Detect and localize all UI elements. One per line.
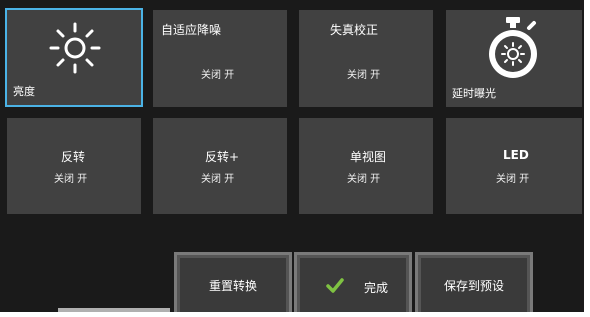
tile-status: 关闭 开 (54, 174, 88, 185)
tile-single-view[interactable]: 单视图 关闭 开 (299, 118, 433, 214)
bottom-tab-left (58, 308, 170, 312)
tile-invert[interactable]: 反转 关闭 开 (7, 118, 141, 214)
tile-label: 单视图 (350, 150, 387, 164)
settings-screen: 亮度 自适应降噪 关闭 开 失真校正 关闭 开 延时曝光 反转 关闭 开 反转+… (0, 0, 584, 312)
tile-label: 延时曝光 (452, 87, 496, 100)
tile-status: 关闭 开 (496, 174, 530, 185)
tile-led[interactable]: LED 关闭 开 (446, 118, 582, 214)
tile-status: 关闭 开 (347, 174, 381, 185)
tile-status: 关闭 开 (201, 70, 235, 81)
tile-status: 关闭 开 (201, 174, 235, 185)
tile-label: 反转 (61, 150, 86, 164)
timer-icon (489, 17, 537, 78)
save-to-preset-button[interactable]: 保存到预设 (415, 252, 533, 312)
tile-time-lapse[interactable]: 延时曝光 (446, 10, 582, 107)
tile-label: LED (503, 148, 529, 162)
tile-status: 关闭 开 (347, 70, 381, 81)
reset-transform-button[interactable]: 重置转换 (174, 252, 292, 312)
done-label: 完成 (364, 281, 389, 295)
sun-icon (49, 22, 101, 74)
tile-label: 反转+ (205, 150, 240, 164)
tile-label: 自适应降噪 (161, 23, 222, 37)
tile-label: 亮度 (13, 85, 35, 98)
tile-brightness[interactable]: 亮度 (5, 8, 143, 107)
done-button[interactable]: 完成 (294, 252, 412, 312)
reset-transform-label: 重置转换 (208, 278, 257, 293)
tile-adaptive-noise-reduction[interactable]: 自适应降噪 关闭 开 (153, 10, 287, 107)
tile-label: 失真校正 (330, 23, 379, 37)
save-to-preset-label: 保存到预设 (443, 278, 504, 293)
checkmark-icon (326, 278, 344, 293)
tile-distortion-correction[interactable]: 失真校正 关闭 开 (299, 10, 433, 107)
tile-invert-plus[interactable]: 反转+ 关闭 开 (153, 118, 287, 214)
